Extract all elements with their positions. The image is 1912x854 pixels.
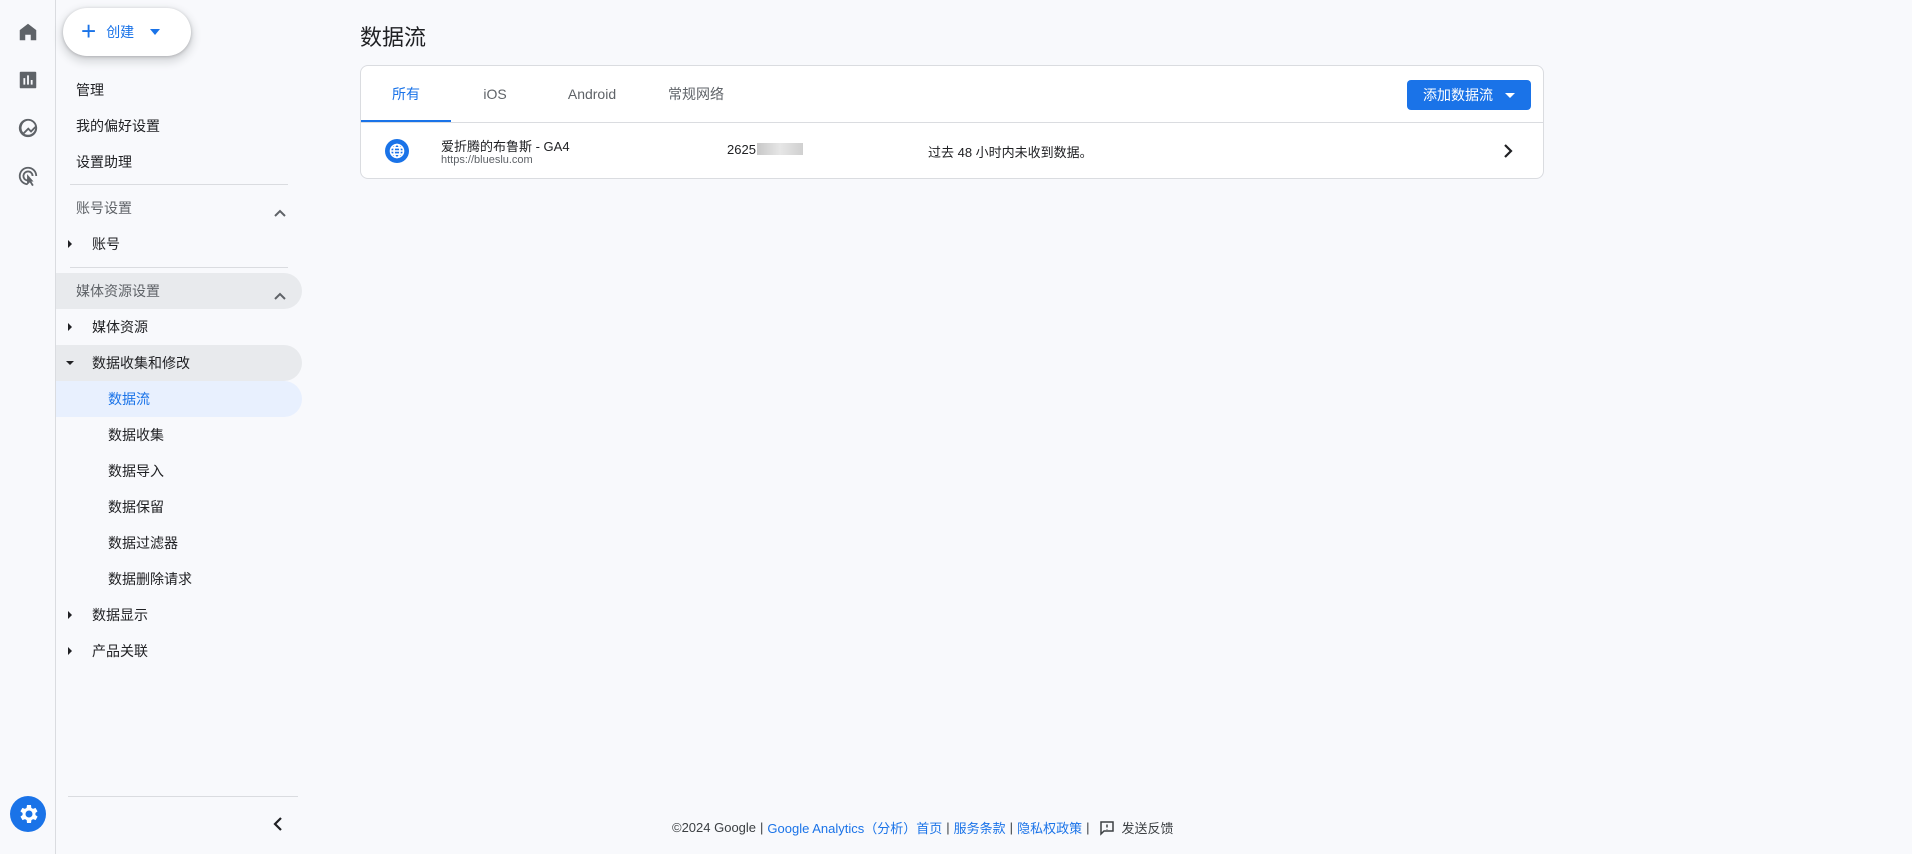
footer-home-link[interactable]: Google Analytics（分析）首页 xyxy=(767,818,942,837)
divider xyxy=(70,267,288,268)
reports-icon[interactable] xyxy=(14,66,42,94)
sub-item-data-import[interactable]: 数据导入 xyxy=(56,453,302,489)
tree-item-label: 账号 xyxy=(92,236,120,252)
dropdown-caret-icon xyxy=(1505,92,1515,98)
nav-setup-assistant[interactable]: 设置助理 xyxy=(56,144,302,180)
stream-row[interactable]: 爱折腾的布鲁斯 - GA4 https://blueslu.com 2625 过… xyxy=(361,123,1543,179)
nav-preferences[interactable]: 我的偏好设置 xyxy=(56,108,302,144)
footer-separator: | xyxy=(760,820,764,835)
tree-item-product-links[interactable]: 产品关联 xyxy=(56,633,302,669)
chevron-up-icon xyxy=(274,287,286,300)
admin-gear-icon[interactable] xyxy=(10,796,46,832)
section-property-settings[interactable]: 媒体资源设置 xyxy=(56,273,302,309)
add-stream-label: 添加数据流 xyxy=(1423,87,1493,103)
tab-web[interactable]: 常规网络 xyxy=(645,66,747,122)
divider xyxy=(70,184,288,185)
explore-icon[interactable] xyxy=(14,114,42,142)
globe-icon xyxy=(385,139,409,163)
tab-all[interactable]: 所有 xyxy=(361,66,451,122)
chevron-up-icon xyxy=(274,204,286,217)
redacted-blur xyxy=(756,143,803,155)
home-icon[interactable] xyxy=(14,18,42,46)
section-account-settings[interactable]: 账号设置 xyxy=(56,190,302,226)
footer-privacy-link[interactable]: 隐私权政策 xyxy=(1017,818,1082,837)
expand-arrow-icon xyxy=(68,323,72,331)
chevron-left-icon xyxy=(273,817,282,831)
sub-item-data-retention[interactable]: 数据保留 xyxy=(56,489,302,525)
tree-item-label: 数据收集和修改 xyxy=(92,355,190,371)
feedback-icon[interactable] xyxy=(1099,820,1115,836)
stream-id: 2625 xyxy=(727,142,803,157)
footer-separator: | xyxy=(1086,820,1090,835)
tree-item-label: 数据显示 xyxy=(92,607,148,623)
tree-item-data-collection[interactable]: 数据收集和修改 xyxy=(56,345,302,381)
add-stream-button[interactable]: 添加数据流 xyxy=(1407,80,1531,110)
collapse-arrow-icon xyxy=(66,361,74,365)
stream-name: 爱折腾的布鲁斯 - GA4 xyxy=(441,139,570,154)
tree-item-label: 媒体资源 xyxy=(92,319,148,335)
footer-terms-link[interactable]: 服务条款 xyxy=(954,818,1006,837)
sub-item-data-collection[interactable]: 数据收集 xyxy=(56,417,302,453)
sub-item-data-filters[interactable]: 数据过滤器 xyxy=(56,525,302,561)
expand-arrow-icon xyxy=(68,647,72,655)
sub-item-data-streams[interactable]: 数据流 xyxy=(56,381,302,417)
tab-ios[interactable]: iOS xyxy=(451,66,539,122)
tree-item-property[interactable]: 媒体资源 xyxy=(56,309,302,345)
stream-status: 过去 48 小时内未收到数据。 xyxy=(928,145,1093,160)
tree-item-data-display[interactable]: 数据显示 xyxy=(56,597,302,633)
create-button[interactable]: + 创建 xyxy=(63,8,191,56)
advertising-icon[interactable] xyxy=(14,162,42,190)
data-streams-card: 所有 iOS Android 常规网络 添加数据流 爱折腾的布鲁斯 - GA4 … xyxy=(360,65,1544,179)
create-label: 创建 xyxy=(106,24,135,40)
dropdown-caret-icon xyxy=(150,29,161,35)
stream-id-text: 2625 xyxy=(727,142,756,157)
expand-arrow-icon xyxy=(68,611,72,619)
tab-android[interactable]: Android xyxy=(539,66,645,122)
sub-item-data-deletion[interactable]: 数据删除请求 xyxy=(56,561,302,597)
stream-url: https://blueslu.com xyxy=(441,154,533,166)
footer: ©2024 Google | Google Analytics（分析）首页 | … xyxy=(672,818,1173,837)
section-label: 媒体资源设置 xyxy=(76,283,160,299)
sidebar: + 创建 管理 我的偏好设置 设置助理 账号设置 账号 媒体资源设置 媒体资源 … xyxy=(56,0,302,854)
tab-bar: 所有 iOS Android 常规网络 xyxy=(361,66,747,122)
nav-admin[interactable]: 管理 xyxy=(56,72,302,108)
tree-item-account[interactable]: 账号 xyxy=(56,226,302,262)
copyright: ©2024 Google xyxy=(672,820,757,835)
collapse-sidebar-button[interactable] xyxy=(266,812,290,836)
feedback-link[interactable]: 发送反馈 xyxy=(1121,818,1173,837)
chevron-right-icon[interactable] xyxy=(1503,143,1513,159)
tree-item-label: 产品关联 xyxy=(92,643,148,659)
plus-icon: + xyxy=(81,15,97,46)
footer-separator: | xyxy=(946,820,950,835)
page-title: 数据流 xyxy=(360,25,427,50)
section-label: 账号设置 xyxy=(76,200,132,216)
expand-arrow-icon xyxy=(68,240,72,248)
footer-separator: | xyxy=(1009,820,1014,835)
divider xyxy=(68,796,298,797)
left-rail xyxy=(0,0,56,854)
